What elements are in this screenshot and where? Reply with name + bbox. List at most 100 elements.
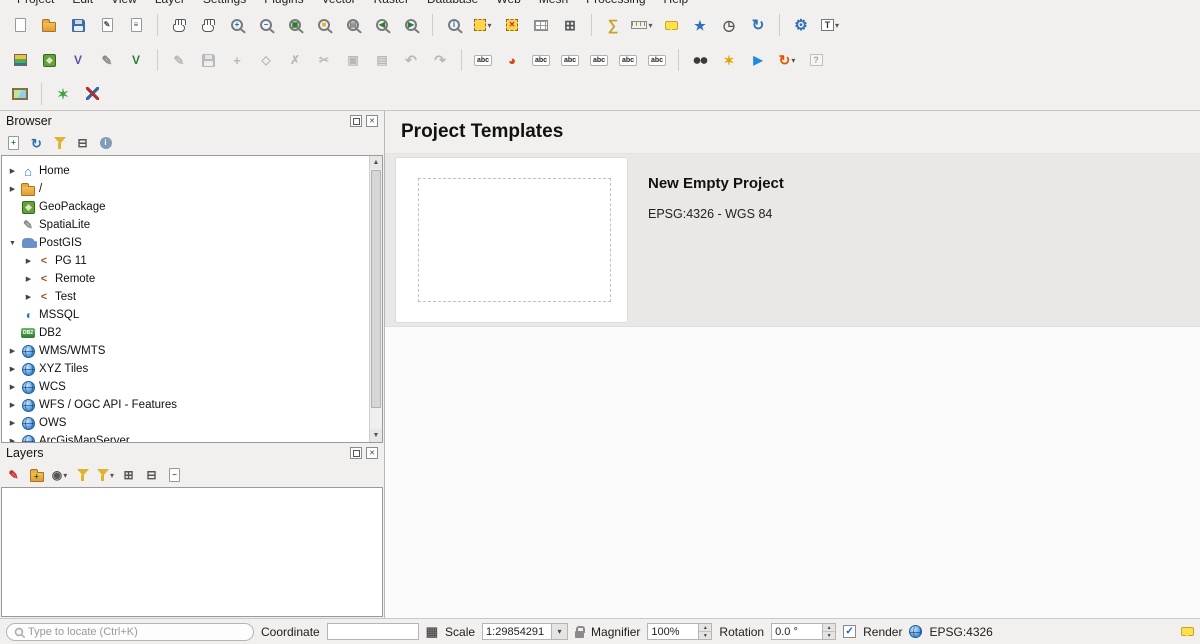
tools-plugin-icon[interactable] <box>80 82 104 106</box>
rotate-label-icon[interactable]: abc <box>616 48 640 72</box>
menu-database[interactable]: Database <box>419 0 486 7</box>
tree-item-home[interactable]: ▶⌂Home <box>2 162 382 180</box>
new-bookmark-icon[interactable]: ★ <box>688 13 712 37</box>
menu-view[interactable]: View <box>103 0 145 7</box>
refresh-browser-icon[interactable]: ↻ <box>27 134 46 153</box>
highlight-labels-icon[interactable]: abc <box>558 48 582 72</box>
float-panel-icon[interactable] <box>350 115 362 127</box>
filter-legend-icon[interactable] <box>73 466 92 485</box>
menu-plugins[interactable]: Plugins <box>256 0 311 7</box>
expand-all-icon[interactable]: ⊞ <box>119 466 138 485</box>
menu-settings[interactable]: Settings <box>195 0 254 7</box>
rotation-spinbox[interactable]: ▲ ▼ <box>771 623 836 640</box>
scrollbar-thumb[interactable] <box>371 170 381 408</box>
deselect-features-icon[interactable]: ✕ <box>500 13 524 37</box>
menu-layer[interactable]: Layer <box>147 0 193 7</box>
zoom-last-icon[interactable]: ◀ <box>370 13 394 37</box>
lock-scale-icon[interactable] <box>575 631 584 638</box>
show-layout-manager-icon[interactable]: ≡ <box>124 13 148 37</box>
browser-scrollbar[interactable]: ▲ ▼ <box>369 156 382 442</box>
select-features-icon[interactable]: ▾ <box>471 13 495 37</box>
float-panel-icon[interactable] <box>350 447 362 459</box>
menu-edit[interactable]: Edit <box>64 0 101 7</box>
layer-labeling-icon[interactable]: abc <box>471 48 495 72</box>
refresh-map-icon[interactable]: ↻ <box>746 13 770 37</box>
spin-up-icon[interactable]: ▲ <box>823 624 835 631</box>
close-panel-icon[interactable]: ✕ <box>366 115 378 127</box>
change-label-icon[interactable]: abc <box>645 48 669 72</box>
open-layer-styling-icon[interactable]: ✎ <box>4 466 23 485</box>
extents-icon[interactable]: ▦ <box>426 625 438 638</box>
expand-arrow-icon[interactable]: ▶ <box>6 437 19 443</box>
tree-item-geopackage[interactable]: GeoPackage <box>2 198 382 216</box>
messages-icon[interactable] <box>1181 627 1194 636</box>
text-annotation-icon[interactable]: T▾ <box>818 13 842 37</box>
new-spatialite-layer-icon[interactable]: ✎ <box>95 48 119 72</box>
field-calculator-icon[interactable]: ⊞ <box>558 13 582 37</box>
temporal-controller-icon[interactable]: ◷ <box>717 13 741 37</box>
menu-raster[interactable]: Raster <box>366 0 417 7</box>
zoom-out-icon[interactable]: − <box>254 13 278 37</box>
tree-item-postgis[interactable]: ▼PostGIS <box>2 234 382 252</box>
scroll-up-icon[interactable]: ▲ <box>370 156 382 169</box>
magnifier-input[interactable] <box>647 623 699 640</box>
add-group-icon[interactable]: + <box>27 466 46 485</box>
layers-list-empty[interactable] <box>1 487 383 617</box>
data-source-manager-icon[interactable] <box>8 48 32 72</box>
expand-arrow-icon[interactable]: ▶ <box>22 293 35 301</box>
open-attribute-table-icon[interactable] <box>529 13 553 37</box>
tree-item-pg-11[interactable]: ▶<PG 11 <box>2 252 382 270</box>
tree-item-wfs-ogc-api-features[interactable]: ▶WFS / OGC API - Features <box>2 396 382 414</box>
spin-up-icon[interactable]: ▲ <box>699 624 711 631</box>
expand-arrow-icon[interactable]: ▶ <box>6 347 19 355</box>
collapse-all-icon[interactable]: ⊟ <box>73 134 92 153</box>
new-project-icon[interactable] <box>8 13 32 37</box>
processing-toolbox-icon[interactable]: ⚙ <box>789 13 813 37</box>
menu-vector[interactable]: Vector <box>314 0 364 7</box>
new-print-layout-icon[interactable]: ✎ <box>95 13 119 37</box>
menu-mesh[interactable]: Mesh <box>531 0 576 7</box>
show-properties-icon[interactable]: i <box>96 134 115 153</box>
locate-input[interactable] <box>28 626 247 638</box>
menu-processing[interactable]: Processing <box>578 0 653 7</box>
spin-down-icon[interactable]: ▼ <box>699 631 711 639</box>
new-shapefile-layer-icon[interactable]: V <box>66 48 90 72</box>
zoom-to-selection-icon[interactable]: ■ <box>312 13 336 37</box>
tree-item-ows[interactable]: ▶OWS <box>2 414 382 432</box>
expand-arrow-icon[interactable]: ▶ <box>6 383 19 391</box>
open-project-icon[interactable] <box>37 13 61 37</box>
pan-to-selection-icon[interactable] <box>196 13 220 37</box>
tree-item-mssql[interactable]: ◖MSSQL <box>2 306 382 324</box>
remove-layer-icon[interactable]: − <box>165 466 184 485</box>
measure-icon[interactable]: ▾ <box>630 13 654 37</box>
filter-by-expression-icon[interactable]: ▾ <box>96 466 115 485</box>
expand-arrow-icon[interactable]: ▶ <box>6 419 19 427</box>
tree-item-wcs[interactable]: ▶WCS <box>2 378 382 396</box>
scale-combo[interactable]: ▾ <box>482 623 568 640</box>
crs-globe-icon[interactable] <box>909 625 922 638</box>
scale-input[interactable] <box>482 623 552 640</box>
vector-plugin-icon[interactable]: ✶ <box>51 82 75 106</box>
manage-map-themes-icon[interactable]: ◉▾ <box>50 466 69 485</box>
zoom-next-icon[interactable]: ▶ <box>399 13 423 37</box>
pin-labels-icon[interactable]: abc <box>529 48 553 72</box>
menu-web[interactable]: Web <box>488 0 528 7</box>
rotation-input[interactable] <box>771 623 823 640</box>
close-panel-icon[interactable]: ✕ <box>366 447 378 459</box>
tree-item-remote[interactable]: ▶<Remote <box>2 270 382 288</box>
zoom-to-layer-icon[interactable]: ▤ <box>341 13 365 37</box>
map-tips-icon[interactable] <box>659 13 683 37</box>
tree-item-db2[interactable]: DB2DB2 <box>2 324 382 342</box>
spin-down-icon[interactable]: ▼ <box>823 631 835 639</box>
filter-browser-icon[interactable] <box>50 134 69 153</box>
quick-tool-icon[interactable]: ✶ <box>717 48 741 72</box>
tree-item-arcgismapserver[interactable]: ▶ArcGisMapServer <box>2 432 382 443</box>
expand-arrow-icon[interactable]: ▶ <box>6 185 19 193</box>
tree-item-test[interactable]: ▶<Test <box>2 288 382 306</box>
pan-map-icon[interactable] <box>167 13 191 37</box>
expand-arrow-icon[interactable]: ▶ <box>22 257 35 265</box>
map-view-icon[interactable] <box>8 82 32 106</box>
zoom-in-icon[interactable]: + <box>225 13 249 37</box>
python-console-icon[interactable]: ▶ <box>746 48 770 72</box>
expand-arrow-icon[interactable]: ▶ <box>6 365 19 373</box>
